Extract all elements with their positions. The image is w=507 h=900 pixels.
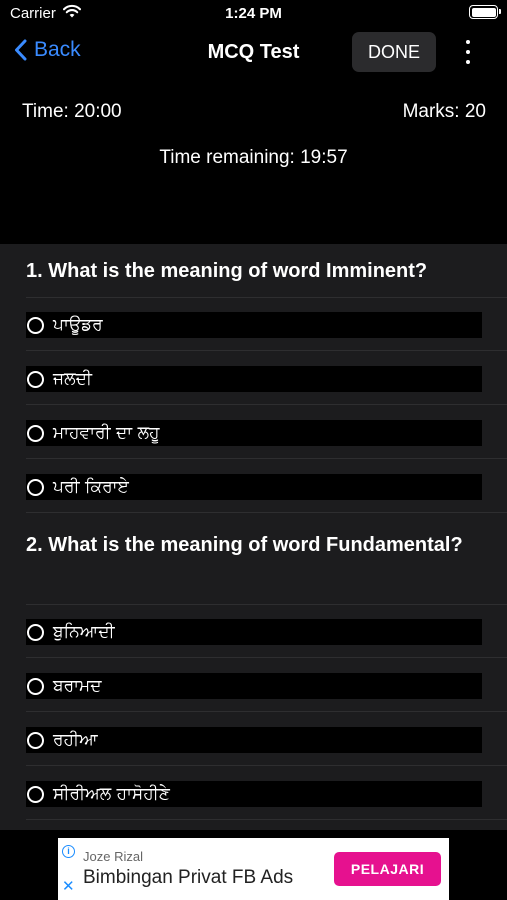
battery-icon: [469, 5, 501, 19]
question-text: 2. What is the meaning of word Fundament…: [26, 534, 463, 556]
chevron-left-icon: [15, 39, 27, 61]
answer-option[interactable]: ਮਾਹਵਾਰੀ ਦਾ ਲਹੂ: [26, 420, 482, 446]
status-bar: Carrier 1:24 PM: [0, 0, 507, 28]
status-time: 1:24 PM: [225, 5, 282, 22]
radio-button-icon[interactable]: [27, 316, 44, 334]
answer-option-label: ਰਹੀਆ: [53, 730, 98, 750]
divider: [26, 711, 507, 712]
answer-option[interactable]: ਪਰੀ ਕਿਰਾਏ: [26, 474, 482, 500]
ad-advertiser: Joze Rizal: [83, 849, 143, 864]
answer-option[interactable]: ਜਲਦੀ: [26, 366, 482, 392]
close-icon[interactable]: ✕: [62, 879, 75, 894]
answer-option-label: ਸੀਰੀਅਲ ਹਾਸੋਹੀਣੇ: [53, 784, 170, 804]
ad-cta-button[interactable]: PELAJARI: [334, 852, 441, 886]
divider: [26, 819, 507, 820]
divider: [26, 297, 507, 298]
question-list[interactable]: 1. What is the meaning of word Imminent?…: [0, 244, 507, 830]
radio-button-icon[interactable]: [27, 478, 44, 496]
answer-option-label: ਮਾਹਵਾਰੀ ਦਾ ਲਹੂ: [53, 423, 160, 443]
answer-option-label: ਪਾਊਡਰ: [53, 315, 103, 335]
question-text: 1. What is the meaning of word Imminent?: [26, 260, 428, 282]
answer-option-label: ਪਰੀ ਕਿਰਾਏ: [53, 477, 129, 497]
answer-option[interactable]: ਸੀਰੀਅਲ ਹਾਸੋਹੀਣੇ: [26, 781, 482, 807]
answer-option[interactable]: ਰਹੀਆ: [26, 727, 482, 753]
answer-option-label: ਬੁਨਿਆਦੀ: [53, 622, 115, 642]
info-icon[interactable]: i: [62, 845, 75, 858]
divider: [26, 458, 507, 459]
divider: [26, 404, 507, 405]
divider: [26, 765, 507, 766]
answer-option-label: ਜਲਦੀ: [53, 369, 92, 389]
answer-option-label: ਬਰਾਮਦ: [53, 676, 102, 696]
radio-button-icon[interactable]: [27, 623, 44, 641]
total-time-label: Time: 20:00: [22, 101, 122, 122]
answer-option[interactable]: ਬੁਨਿਆਦੀ: [26, 619, 482, 645]
radio-button-icon[interactable]: [27, 785, 44, 803]
marks-label: Marks: 20: [402, 101, 486, 122]
back-button[interactable]: Back: [14, 38, 81, 62]
time-remaining-label: Time remaining: 19:57: [159, 147, 348, 168]
answer-option[interactable]: ਪਾਊਡਰ: [26, 312, 482, 338]
radio-button-icon[interactable]: [27, 424, 44, 442]
answer-option[interactable]: ਬਰਾਮਦ: [26, 673, 482, 699]
done-button[interactable]: DONE: [352, 32, 436, 72]
divider: [26, 657, 507, 658]
radio-button-icon[interactable]: [27, 731, 44, 749]
ad-headline: Bimbingan Privat FB Ads: [83, 867, 294, 888]
radio-button-icon[interactable]: [27, 370, 44, 388]
more-options-icon[interactable]: [458, 37, 478, 67]
navigation-bar: Back MCQ Test DONE: [0, 28, 507, 76]
radio-button-icon[interactable]: [27, 677, 44, 695]
ad-banner[interactable]: i ✕ Joze Rizal Bimbingan Privat FB Ads P…: [58, 838, 449, 900]
divider: [26, 350, 507, 351]
back-label: Back: [34, 38, 81, 61]
divider: [26, 604, 507, 605]
divider: [26, 512, 507, 513]
